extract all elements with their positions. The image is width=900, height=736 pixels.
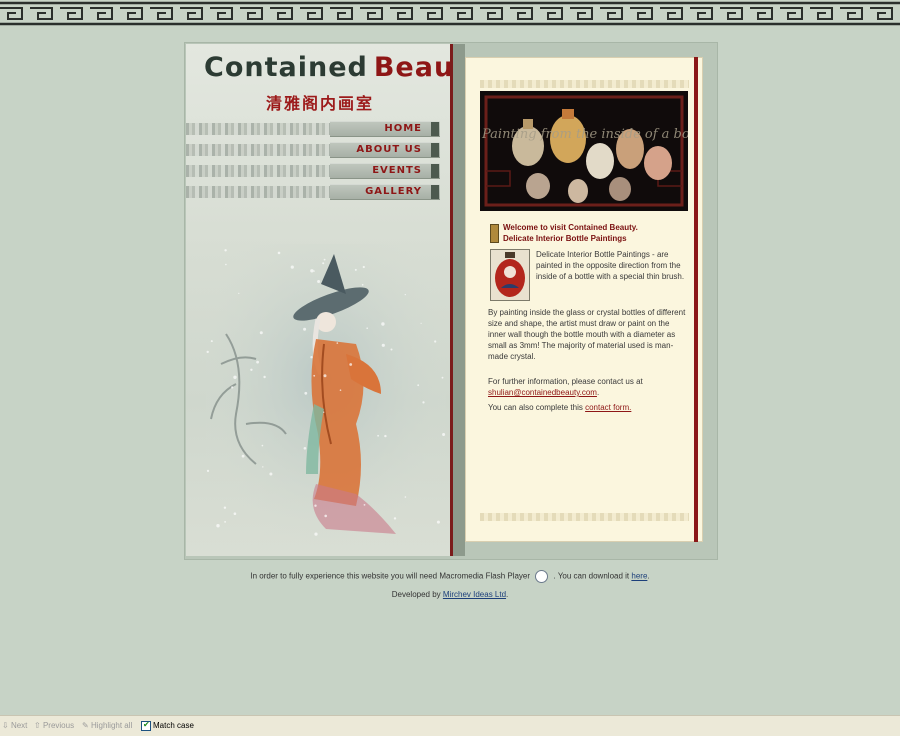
logo-chinese-title: 清雅阁内画室 bbox=[266, 94, 375, 113]
contact-form-paragraph: You can also complete this contact form. bbox=[488, 402, 688, 413]
brush-stroke-decoration bbox=[186, 123, 336, 135]
match-case-checkbox[interactable]: ✔ bbox=[141, 720, 151, 731]
brush-stroke-decoration bbox=[186, 165, 336, 177]
portrait-bottle-icon bbox=[491, 250, 529, 300]
nav-label-gallery: GALLERY bbox=[365, 186, 422, 197]
nav-label-home: HOME bbox=[384, 123, 422, 134]
highlight-all-button[interactable]: ✎ Highlight all bbox=[82, 721, 132, 730]
find-next-label: Next bbox=[10, 721, 28, 730]
nav-button-gallery[interactable]: GALLERY bbox=[330, 184, 440, 200]
welcome-line-2: Delicate Interior Bottle Paintings bbox=[503, 234, 627, 243]
developed-by-text: Developed by bbox=[391, 590, 441, 599]
contact-form-text: You can also complete this bbox=[488, 403, 583, 412]
checkmark-icon: ✔ bbox=[143, 720, 150, 729]
download-here-link[interactable]: here bbox=[631, 572, 647, 581]
content-panel-edge bbox=[694, 57, 698, 542]
match-case-label[interactable]: Match case bbox=[153, 721, 194, 730]
highlight-all-label: Highlight all bbox=[90, 721, 133, 730]
decorative-band-bottom bbox=[480, 513, 689, 521]
brush-stroke-decoration bbox=[186, 144, 336, 156]
contact-form-link[interactable]: contact form. bbox=[585, 403, 631, 412]
nav-item-events[interactable]: EVENTS bbox=[186, 163, 451, 179]
nav-tab-marker bbox=[431, 185, 439, 199]
find-next-button[interactable]: ⇩ Next bbox=[2, 721, 27, 730]
find-previous-label: Previous bbox=[42, 721, 75, 730]
bottles-photo: Painting from the inside of a bottle bbox=[480, 91, 688, 211]
developer-link[interactable]: Mirchev Ideas Ltd bbox=[443, 590, 506, 599]
logo-word-beauty: Beauty bbox=[373, 52, 451, 83]
contact-period: . bbox=[596, 388, 600, 397]
photo-caption: Painting from the inside of a bottle bbox=[482, 127, 688, 142]
nav-tab-marker bbox=[431, 164, 439, 178]
email-link[interactable]: shulian@containedbeauty.com bbox=[488, 388, 597, 397]
nav-tab-marker bbox=[431, 143, 439, 157]
welcome-heading: Welcome to visit Contained Beauty. Delic… bbox=[503, 222, 688, 244]
nav-label-about-us: ABOUT US bbox=[356, 144, 422, 155]
lattice-border bbox=[0, 0, 900, 30]
bottles-illustration bbox=[480, 91, 688, 211]
nav-item-home[interactable]: HOME bbox=[186, 121, 451, 137]
lady-in-snow-painting bbox=[206, 244, 446, 544]
decorative-band-top bbox=[480, 80, 689, 88]
content-panel: Painting from the inside of a bottle Wel… bbox=[465, 57, 703, 542]
flash-notice-text: In order to fully experience this websit… bbox=[250, 571, 531, 581]
developer-period: . bbox=[506, 590, 509, 599]
logo-word-contained: Contained bbox=[204, 52, 368, 83]
description-paragraph: By painting inside the glass or crystal … bbox=[488, 308, 686, 361]
nav-label-events: EVENTS bbox=[372, 165, 422, 176]
developer-credit: Developed by Mirchev Ideas Ltd. bbox=[0, 590, 900, 599]
contact-paragraph: For further information, please contact … bbox=[488, 376, 688, 398]
site-logo[interactable]: ContainedBeauty bbox=[204, 52, 451, 83]
download-text: . You can download it bbox=[553, 571, 630, 581]
nav-item-gallery[interactable]: GALLERY bbox=[186, 184, 451, 200]
nav-button-home[interactable]: HOME bbox=[330, 121, 440, 137]
welcome-line-1: Welcome to visit Contained Beauty. bbox=[503, 223, 638, 232]
nav-tab-marker bbox=[431, 122, 439, 136]
bottle-bullet-icon bbox=[490, 224, 499, 243]
find-previous-button[interactable]: ⇧ Previous bbox=[34, 721, 74, 730]
contact-text: For further information, please contact … bbox=[488, 377, 643, 386]
panel-divider-gray bbox=[453, 44, 465, 556]
brush-stroke-decoration bbox=[186, 186, 336, 198]
intro-paragraph: Delicate Interior Bottle Paintings - are… bbox=[536, 250, 685, 281]
left-panel: ContainedBeauty 清雅阁内画室 HOME ABOUT US EVE… bbox=[186, 44, 451, 556]
nav-item-about-us[interactable]: ABOUT US bbox=[186, 142, 451, 158]
flash-notice: In order to fully experience this websit… bbox=[0, 570, 900, 583]
nav-button-about-us[interactable]: ABOUT US bbox=[330, 142, 440, 158]
flash-player-icon[interactable] bbox=[535, 570, 549, 583]
find-bar: ⇩ Next ⇧ Previous ✎ Highlight all ✔ Matc… bbox=[0, 715, 900, 736]
nav-button-events[interactable]: EVENTS bbox=[330, 163, 440, 179]
bottle-thumbnail bbox=[490, 249, 530, 301]
download-period: . bbox=[647, 571, 650, 581]
